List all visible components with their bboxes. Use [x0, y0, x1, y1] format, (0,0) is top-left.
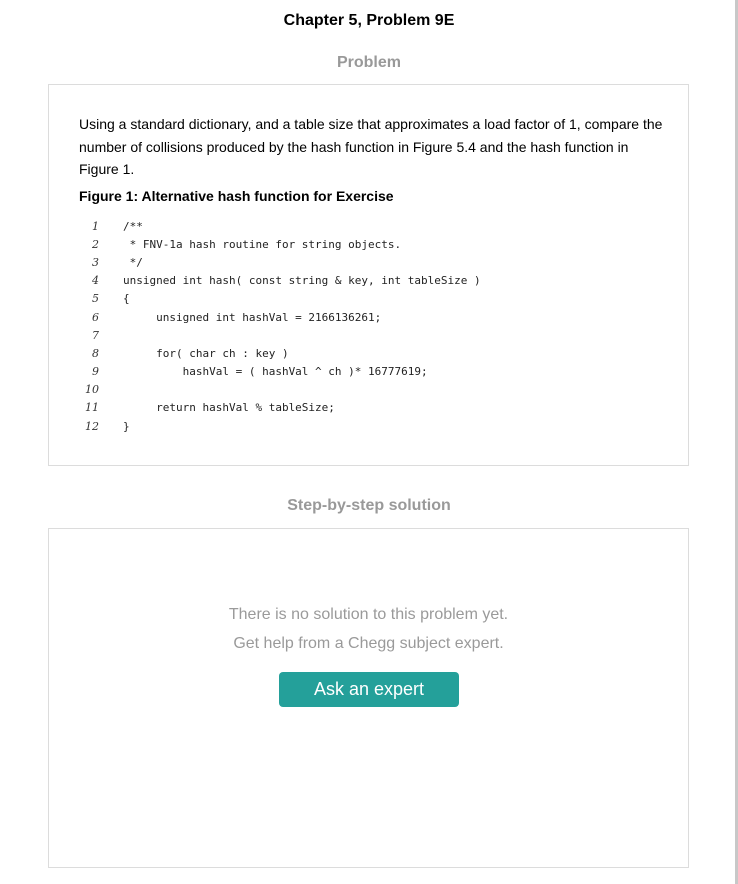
chapter-title: Chapter 5, Problem 9E — [283, 12, 455, 29]
code-line: 12} — [79, 417, 599, 435]
solution-heading: Step-by-step solution — [287, 497, 451, 514]
line-number: 12 — [85, 419, 99, 433]
problem-box: Using a standard dictionary, and a table… — [48, 84, 689, 466]
line-number: 6 — [92, 310, 99, 324]
problem-heading: Problem — [336, 54, 401, 71]
code-line: 5{ — [79, 290, 599, 308]
code-text: return hashVal % tableSize; — [123, 401, 335, 415]
line-number: 11 — [85, 401, 99, 415]
line-number: 4 — [92, 274, 99, 288]
ask-an-expert-button[interactable]: Ask an expert — [279, 672, 459, 707]
code-text: * FNV-1a hash routine for string objects… — [123, 237, 402, 251]
code-text: { — [123, 292, 130, 306]
code-line: 6 unsigned int hashVal = 2166136261; — [79, 308, 599, 326]
line-number: 7 — [92, 328, 99, 342]
code-line: 9 hashVal = ( hashVal ^ ch )* 16777619; — [79, 363, 599, 381]
problem-text: Using a standard dictionary, and a table… — [79, 116, 663, 177]
figure-caption: Figure 1: Alternative hash function for … — [79, 188, 394, 204]
line-number: 10 — [85, 383, 99, 397]
code-text: unsigned int hash( const string & key, i… — [123, 274, 481, 288]
page: Chapter 5, Problem 9E Problem Using a st… — [0, 0, 738, 884]
code-text: /** — [123, 219, 143, 233]
code-line: 2 * FNV-1a hash routine for string objec… — [79, 235, 599, 253]
code-line: 4 unsigned int hash( const string & key, … — [79, 272, 599, 290]
code-line: 11 return hashVal % tableSize; — [79, 399, 599, 417]
line-number: 5 — [92, 292, 99, 306]
code-line: 1 /** — [79, 217, 599, 235]
no-solution-message: There is no solution to this problem yet… — [228, 606, 509, 623]
code-line: 10 — [79, 381, 599, 399]
line-number: 1 — [92, 219, 99, 233]
code-line: 3 */ — [79, 253, 599, 271]
code-line: 7 — [79, 326, 599, 344]
code-text: for( char ch : key ) — [123, 346, 289, 360]
line-number: 9 — [92, 365, 99, 379]
line-number: 8 — [92, 346, 99, 360]
expert-help-message: Get help from a Chegg subject expert. — [233, 635, 504, 652]
code-line: 8 for( char ch : key ) — [79, 344, 599, 362]
code-text: } — [123, 419, 130, 433]
code-text: unsigned int hashVal = 2166136261; — [123, 310, 382, 324]
line-number: 2 — [92, 237, 99, 251]
solution-box: There is no solution to this problem yet… — [48, 528, 689, 868]
code-text: hashVal = ( hashVal ^ ch )* 16777619; — [123, 365, 428, 379]
code-text: */ — [123, 255, 143, 269]
line-number: 3 — [92, 255, 99, 269]
code-listing: 1 /** 2 * FNV-1a hash routine for string o… — [79, 217, 599, 435]
